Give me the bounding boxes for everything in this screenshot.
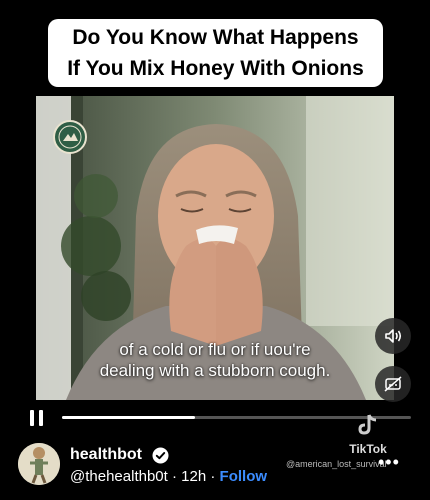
avatar[interactable] — [18, 443, 60, 485]
speaker-icon — [385, 329, 402, 343]
caption-line-1: of a cold or flu or if uou're — [119, 340, 311, 359]
meta-separator-2: · — [210, 468, 216, 485]
progress-fill — [62, 416, 195, 419]
title-line-1: Do You Know What Happens — [72, 26, 359, 49]
tiktok-watermark-handle: @american_lost_survival — [286, 459, 387, 469]
pause-button[interactable] — [30, 410, 44, 426]
pause-icon — [30, 410, 34, 426]
channel-logo-icon — [53, 120, 87, 154]
post-age: 12h — [181, 468, 207, 485]
post-meta: @thehealthb0t · 12h · Follow — [70, 468, 267, 485]
video-player[interactable]: of a cold or flu or if uou're dealing wi… — [36, 96, 394, 400]
captions-icon — [384, 376, 402, 392]
video-title-overlay: Do You Know What Happens If You Mix Hone… — [48, 19, 383, 87]
tiktok-watermark: TikTok — [343, 413, 393, 456]
tiktok-logo-icon — [358, 414, 377, 435]
caption-line-2: dealing with a stubborn cough. — [99, 361, 331, 380]
avatar-image — [18, 443, 60, 485]
title-line-2: If You Mix Honey With Onions — [67, 57, 364, 80]
verified-badge-icon — [152, 447, 169, 464]
username[interactable]: healthbot — [70, 446, 142, 464]
captions-button[interactable] — [375, 366, 411, 402]
volume-button[interactable] — [375, 318, 411, 354]
user-handle[interactable]: @thehealthb0t — [70, 468, 168, 485]
follow-button[interactable]: Follow — [220, 468, 268, 485]
pause-icon-bar — [39, 410, 43, 426]
more-options-button[interactable]: ••• — [378, 452, 400, 473]
meta-separator: · — [171, 468, 177, 485]
